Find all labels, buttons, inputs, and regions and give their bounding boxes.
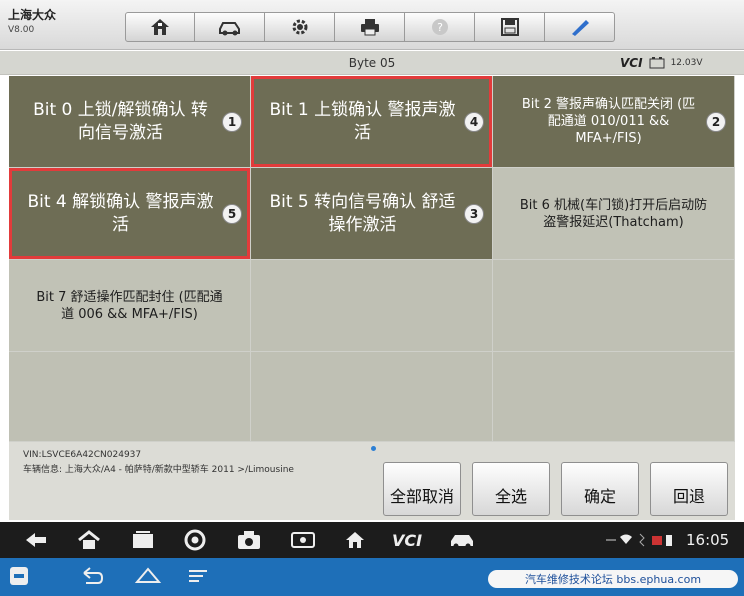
home-nav-button-2[interactable] [134,564,162,588]
home-outline-icon [134,567,162,583]
empty-cell [493,352,735,442]
save-icon [500,18,519,36]
bit-option-label: Bit 1 上锁确认 警报声激活 [269,99,456,143]
chrome-button[interactable] [184,528,206,552]
bit-option-label: Bit 5 转向信号确认 舒适 操作激活 [269,191,456,235]
app-header: 上海大众 V8.00 ? [0,0,744,50]
bottom-bar: 汽车维修技术论坛 bbs.ephua.com [0,558,744,596]
status-row: Byte 05 VCI 12.03V [0,51,744,75]
svg-text:?: ? [437,21,443,34]
empty-cell [493,260,735,352]
bit-grid: Bit 0 上锁/解锁确认 转向信号激活 1 Bit 1 上锁确认 警报声激活 4 Bi… [9,76,735,442]
camera-icon [238,531,260,549]
selection-order-badge: 2 [706,112,726,132]
select-all-button[interactable]: 全选 [472,462,550,516]
vci-label: VCI [620,56,643,70]
pen-icon [571,20,589,36]
keyboard-icon [10,567,28,585]
vci-status: VCI 12.03V [620,54,740,72]
save-button[interactable] [475,12,545,42]
bit-option-1[interactable]: Bit 1 上锁确认 警报声激活 4 [251,76,493,168]
camera-button[interactable] [236,528,262,552]
gear-icon [292,19,307,35]
car-icon [451,535,473,549]
battery-voltage: 12.03V [670,58,703,68]
empty-cell [9,352,251,442]
car-nav-button[interactable] [448,528,476,552]
page-indicator [371,446,376,451]
bit-option-6[interactable]: Bit 7 舒适操作匹配封住 (匹配通道 006 && MFA+/FIS) [9,260,251,352]
vehicle-info: 车辆信息: 上海大众/A4 - 帕萨特/新款中型轿车 2011 >/Limous… [23,465,294,475]
confirm-button[interactable]: 确定 [561,462,639,516]
help-button[interactable]: ? [405,12,475,42]
footer-panel: VIN:LSVCE6A42CN024937 车辆信息: 上海大众/A4 - 帕萨… [9,442,735,520]
home-icon [151,19,169,35]
screencast-button[interactable] [290,528,316,552]
keyboard-toggle[interactable] [8,564,30,588]
bit-option-5[interactable]: Bit 6 机械(车门锁)打开后启动防盗警报延迟(Thatcham) [493,168,735,260]
settings-button[interactable] [265,12,335,42]
back-button[interactable]: 回退 [650,462,728,516]
clock: 16:05 [686,531,730,549]
vin-label: VIN:LSVCE6A42CN024937 [23,450,142,460]
back-arrow-icon [83,567,104,584]
print-button[interactable] [335,12,405,42]
home-nav-button[interactable] [76,528,102,552]
version-label: V8.00 [8,25,35,35]
printer-icon [360,19,379,36]
deselect-all-button[interactable]: 全部取消 [383,462,461,516]
brand-name: 上海大众 [8,8,57,22]
bit-option-label: Bit 6 机械(车门锁)打开后启动防盗警报延迟(Thatcham) [519,197,708,230]
screencast-icon [291,532,315,548]
menu-nav-button[interactable] [186,564,210,588]
bit-option-3[interactable]: Bit 4 解锁确认 警报声激活 5 [9,168,251,260]
bit-option-label: Bit 7 舒适操作匹配封住 (匹配通道 006 && MFA+/FIS) [36,289,223,322]
system-tray [606,528,684,552]
recent-apps-icon [133,531,153,548]
tray-icons [606,533,672,547]
watermark: 汽车维修技术论坛 bbs.ephua.com [488,570,738,588]
selection-order-badge: 3 [464,204,484,224]
selection-order-badge: 1 [222,112,242,132]
bit-option-0[interactable]: Bit 0 上锁/解锁确认 转向信号激活 1 [9,76,251,168]
recent-apps-button[interactable] [130,528,156,552]
edit-button[interactable] [545,12,615,42]
system-navbar: VCI 16:05 [0,522,744,558]
brand: 上海大众 V8.00 [8,6,118,46]
car-settings-button[interactable] [195,12,265,42]
back-nav-button-2[interactable] [78,564,106,588]
battery-icon [649,57,665,69]
bit-option-2[interactable]: Bit 2 警报声确认匹配关闭 (匹配通道 010/011 && MFA+/FI… [493,76,735,168]
home-icon [346,532,364,548]
bit-option-label: Bit 0 上锁/解锁确认 转向信号激活 [33,99,208,143]
selection-order-badge: 5 [222,204,242,224]
menu-icon [189,570,207,582]
empty-cell [251,352,493,442]
empty-cell [251,260,493,352]
vci-nav-label[interactable]: VCI [392,528,422,552]
bit-option-label: Bit 2 警报声确认匹配关闭 (匹配通道 010/011 && MFA+/FI… [521,97,696,146]
selection-order-badge: 4 [464,112,484,132]
car-settings-icon [218,22,240,36]
home-icon [78,530,100,549]
home-button[interactable] [125,12,195,42]
bit-option-4[interactable]: Bit 5 转向信号确认 舒适 操作激活 3 [251,168,493,260]
chrome-icon [184,529,206,551]
back-arrow-icon [26,533,46,547]
bit-option-label: Bit 4 解锁确认 警报声激活 [27,191,214,235]
back-nav-button[interactable] [22,528,50,552]
help-icon: ? [431,19,448,35]
diag-home-button[interactable] [344,528,366,552]
toolbar: ? [125,12,615,42]
